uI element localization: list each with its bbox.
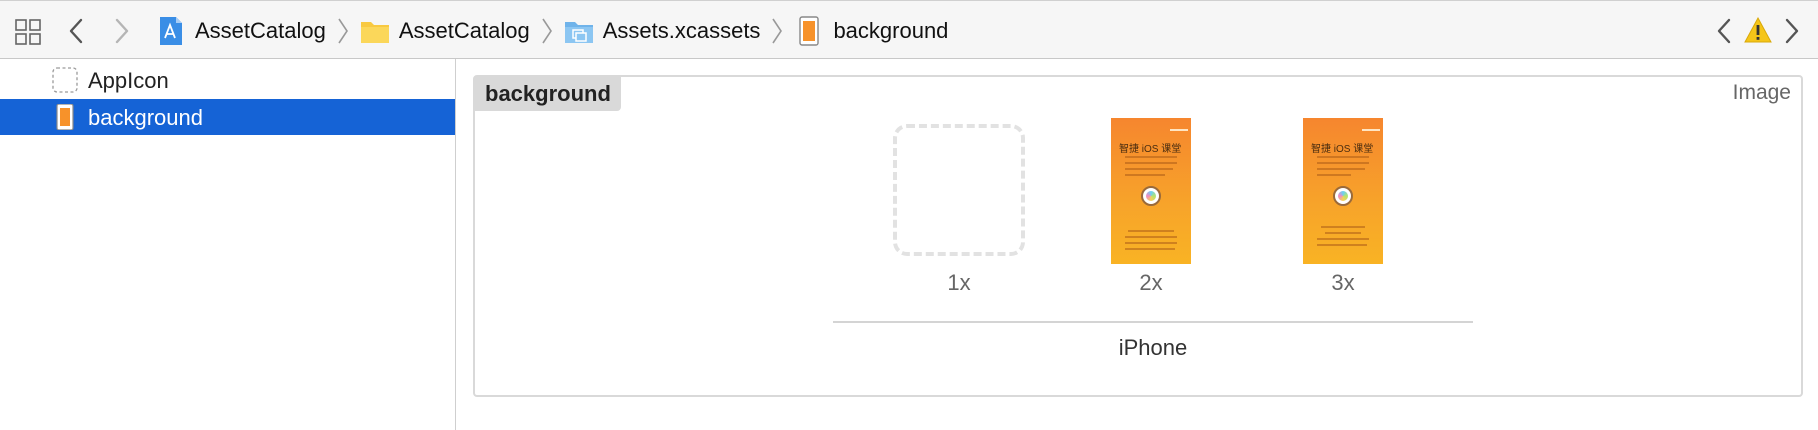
image-set-panel: background Image 1x 智捷 iOS 课堂 2x 智捷 iOS … bbox=[473, 75, 1803, 397]
image-well[interactable]: 智捷 iOS 课堂 bbox=[1277, 118, 1409, 264]
thumbnail-text-line bbox=[1317, 168, 1365, 170]
navigate-back-chevron-icon[interactable] bbox=[66, 16, 86, 46]
thumbnail-text-line bbox=[1317, 174, 1351, 176]
navigate-forward-chevron-icon[interactable] bbox=[112, 16, 132, 46]
thumbnail-text-line bbox=[1128, 230, 1174, 232]
thumbnail-heading: 智捷 iOS 课堂 bbox=[1119, 144, 1182, 155]
sidebar-item-background[interactable]: background bbox=[0, 99, 455, 135]
thumbnail-text-line bbox=[1317, 238, 1369, 240]
scale-label: 2x bbox=[1139, 270, 1163, 295]
related-items-grid-icon[interactable] bbox=[14, 18, 42, 46]
breadcrumb-item-project[interactable]: AssetCatalog bbox=[156, 1, 360, 60]
thumbnail-text-line bbox=[1321, 226, 1365, 228]
thumbnail-logo bbox=[1333, 186, 1353, 206]
previous-issue-chevron-icon[interactable] bbox=[1714, 16, 1734, 46]
xcode-project-icon bbox=[156, 16, 186, 46]
thumbnail-logo bbox=[1141, 186, 1161, 206]
breadcrumb-label: AssetCatalog bbox=[195, 17, 326, 43]
next-issue-chevron-icon[interactable] bbox=[1782, 16, 1802, 46]
asset-catalog-icon bbox=[564, 16, 594, 46]
empty-image-placeholder bbox=[893, 124, 1025, 256]
sidebar-item-label: AppIcon bbox=[88, 68, 169, 93]
thumbnail-text-line bbox=[1317, 162, 1369, 164]
image-set-icon bbox=[52, 103, 78, 131]
thumbnail-text-line bbox=[1125, 162, 1177, 164]
thumbnail-text-line bbox=[1125, 236, 1177, 238]
thumbnail-text-line bbox=[1125, 156, 1177, 158]
thumbnail-text-line bbox=[1125, 248, 1175, 250]
app-icon-set-icon bbox=[52, 67, 78, 93]
idiom-divider bbox=[833, 321, 1473, 323]
image-set-icon bbox=[794, 15, 824, 46]
jump-bar: AssetCatalog AssetCatalog Assets.xcasset… bbox=[0, 0, 1818, 59]
thumbnail-text-line bbox=[1317, 156, 1369, 158]
scale-label: 3x bbox=[1331, 270, 1355, 295]
folder-icon bbox=[360, 16, 390, 46]
breadcrumb-separator-icon bbox=[336, 16, 350, 46]
thumbnail-text-line bbox=[1125, 242, 1177, 244]
breadcrumb-label: Assets.xcassets bbox=[602, 17, 761, 43]
thumbnail-detail bbox=[1362, 129, 1380, 131]
breadcrumb: AssetCatalog AssetCatalog Assets.xcasset… bbox=[156, 1, 948, 60]
background-image-thumbnail: 智捷 iOS 课堂 bbox=[1303, 118, 1383, 264]
image-well[interactable]: 智捷 iOS 课堂 bbox=[1085, 118, 1217, 264]
breadcrumb-separator-icon bbox=[540, 16, 554, 46]
breadcrumb-item-image-set[interactable]: background bbox=[794, 1, 948, 60]
breadcrumb-label: AssetCatalog bbox=[398, 17, 530, 43]
image-set-type: Image bbox=[1732, 81, 1791, 104]
thumbnail-detail bbox=[1170, 129, 1188, 131]
image-set-name: background bbox=[475, 77, 621, 111]
thumbnail-text-line bbox=[1125, 168, 1173, 170]
thumbnail-text-line bbox=[1325, 232, 1361, 234]
thumbnail-text-line bbox=[1317, 244, 1367, 246]
breadcrumb-separator-icon bbox=[770, 16, 784, 46]
sidebar-item-label: background bbox=[88, 105, 203, 130]
breadcrumb-item-folder[interactable]: AssetCatalog bbox=[360, 1, 564, 60]
device-idiom-label: iPhone bbox=[1118, 335, 1188, 360]
breadcrumb-label: background bbox=[833, 17, 949, 43]
thumbnail-heading: 智捷 iOS 课堂 bbox=[1311, 144, 1374, 155]
scale-label: 1x bbox=[947, 270, 971, 295]
warning-icon[interactable] bbox=[1744, 16, 1772, 43]
background-image-thumbnail: 智捷 iOS 课堂 bbox=[1111, 118, 1191, 264]
sidebar-item-appicon[interactable]: AppIcon bbox=[0, 62, 455, 98]
asset-editor: background Image 1x 智捷 iOS 课堂 2x 智捷 iOS … bbox=[457, 59, 1818, 430]
thumbnail-text-line bbox=[1125, 174, 1165, 176]
breadcrumb-item-asset-catalog[interactable]: Assets.xcassets bbox=[564, 1, 795, 60]
image-well[interactable] bbox=[893, 124, 1025, 256]
asset-list-sidebar: AppIcon background bbox=[0, 59, 456, 430]
